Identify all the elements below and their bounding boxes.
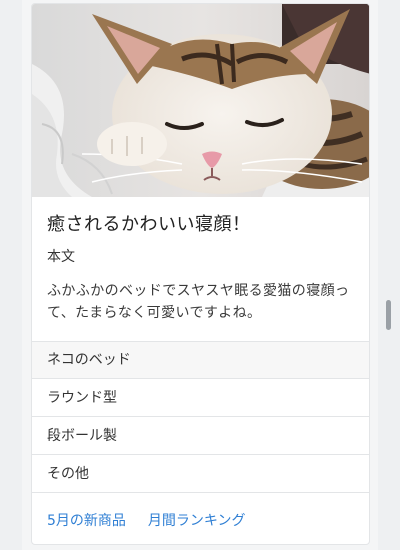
card: 癒されるかわいい寝顔！ 本文 ふかふかのベッドでスヤスヤ眠る愛猫の寝顔って、たま… — [31, 3, 370, 545]
card-links: 5月の新商品 月間ランキング — [32, 493, 369, 544]
card-subtitle: 本文 — [47, 249, 75, 265]
card-text: ふかふかのベッドでスヤスヤ眠る愛猫の寝顔って、たまらなく可愛いですよね。 — [47, 283, 350, 321]
card-title: 癒されるかわいい寝顔！ — [47, 214, 251, 235]
page: 癒されるかわいい寝顔！ 本文 ふかふかのベッドでスヤスヤ眠る愛猫の寝顔って、たま… — [0, 0, 400, 550]
card-body: 癒されるかわいい寝顔！ 本文 ふかふかのベッドでスヤスヤ眠る愛猫の寝顔って、たま… — [32, 197, 369, 341]
scrollbar-handle[interactable] — [386, 300, 391, 330]
card-image-sleeping-cat — [32, 4, 369, 197]
link-may-new-products[interactable]: 5月の新商品 — [47, 510, 126, 530]
category-list: ネコのベッド ラウンド型 段ボール製 その他 — [32, 341, 369, 493]
list-item-cardboard[interactable]: 段ボール製 — [32, 417, 369, 455]
list-header: ネコのベッド — [32, 342, 369, 379]
page-margin-right — [378, 0, 400, 550]
link-monthly-ranking[interactable]: 月間ランキング — [148, 510, 246, 530]
page-margin-left — [0, 0, 22, 550]
list-item-round[interactable]: ラウンド型 — [32, 379, 369, 417]
list-item-other[interactable]: その他 — [32, 455, 369, 493]
